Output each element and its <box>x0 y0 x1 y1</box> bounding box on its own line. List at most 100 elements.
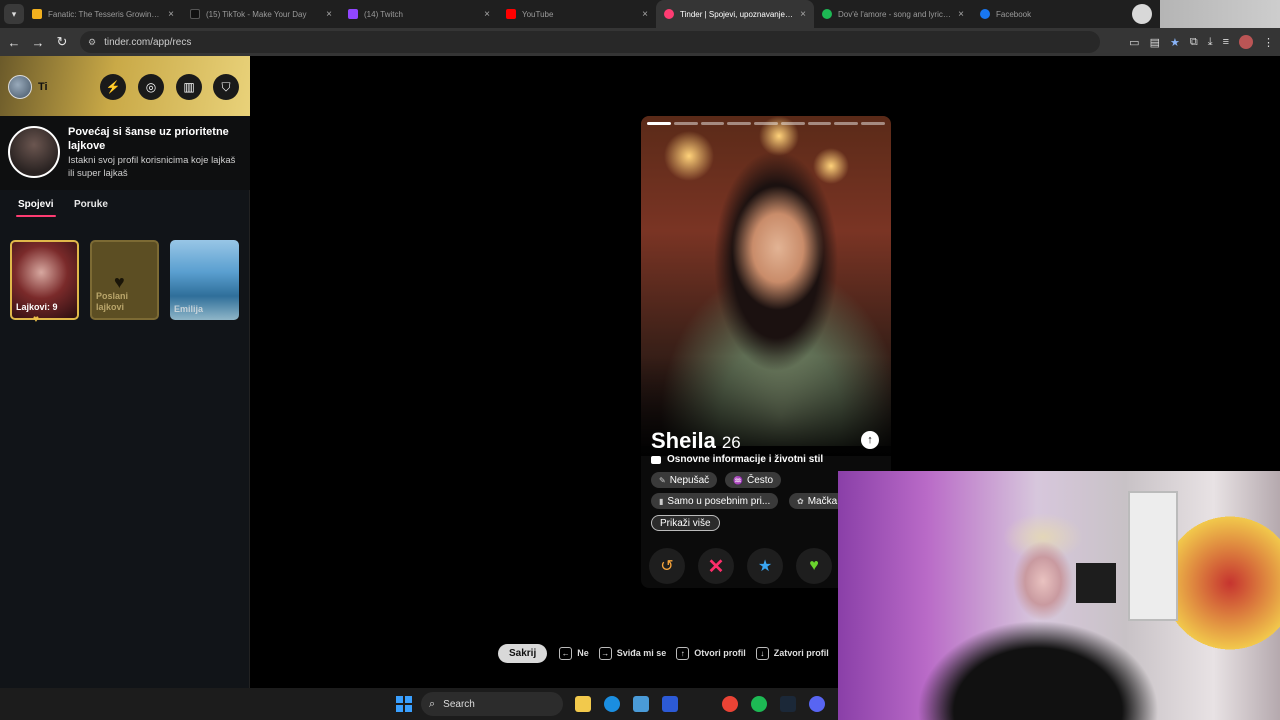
photo-progress-segment[interactable] <box>673 122 698 125</box>
spotify-icon[interactable] <box>751 696 767 712</box>
chip-workout: ▮ Samo u posebnim pri... <box>651 493 779 509</box>
chrome-icon[interactable] <box>722 696 738 712</box>
download-icon[interactable]: ⤓ <box>1208 36 1213 49</box>
my-profile-label[interactable]: Ti <box>38 81 48 93</box>
paw-icon: ✿ <box>797 496 804 506</box>
hint-label: Zatvori profil <box>773 648 829 658</box>
webcam-overlay <box>838 471 1280 720</box>
tab-favicon-icon <box>32 9 42 19</box>
gold-heart-icon: ♥ <box>33 314 39 325</box>
photo-progress-segment[interactable] <box>834 122 859 125</box>
tab-close-icon[interactable]: × <box>642 9 648 20</box>
taskbar-search-label: Search <box>443 698 475 710</box>
photo-progress-segment[interactable] <box>754 122 778 125</box>
my-avatar[interactable] <box>8 75 32 99</box>
tab-close-icon[interactable]: × <box>958 9 964 20</box>
tab-close-icon[interactable]: × <box>800 9 806 20</box>
down-arrow-key-icon: ↓ <box>755 646 769 660</box>
tab-messages[interactable]: Poruke <box>74 199 108 210</box>
browser-tab-strip: ▾ Fanatic: The Tesseris Growing o... × (… <box>0 0 1280 28</box>
show-more-button[interactable]: Prikaži više <box>651 515 720 531</box>
match-name: Emilija <box>174 304 204 314</box>
browser-tab[interactable]: (15) TikTok - Make Your Day × <box>182 0 340 28</box>
steam-icon[interactable] <box>780 696 796 712</box>
photo-progress-segment[interactable] <box>700 122 725 125</box>
browser-tab-active[interactable]: Tinder | Spojevi, upoznavanje p... × <box>656 0 814 28</box>
card-icon[interactable]: ▤ <box>1150 36 1160 49</box>
tab-title: (14) Twitch <box>364 9 403 19</box>
tab-favicon-icon <box>664 9 674 19</box>
drink-icon: ♒ <box>733 475 743 485</box>
photo-progress-segment[interactable] <box>861 122 886 125</box>
browser-tab[interactable]: YouTube × <box>498 0 656 28</box>
store-icon[interactable] <box>633 696 649 712</box>
photo-progress-segment[interactable] <box>727 122 752 125</box>
tab-close-icon[interactable]: × <box>168 9 174 20</box>
sidebar: Ti ⚡ ◎ ▥ ⛉ Povećaj si šanse uz prioritet… <box>0 56 250 688</box>
profile-name-row: Sheila 26 <box>651 428 741 454</box>
forward-icon[interactable]: → <box>26 35 50 50</box>
tab-title: Fanatic: The Tesseris Growing o... <box>48 9 163 19</box>
file-explorer-icon[interactable] <box>575 696 591 712</box>
hide-hints-button[interactable]: Sakrij <box>498 643 548 663</box>
browser-tab[interactable]: Fanatic: The Tesseris Growing o... × <box>24 0 182 28</box>
tab-search-menu-button[interactable]: ▾ <box>4 4 24 24</box>
tab-favicon-icon <box>348 9 358 19</box>
browser-tab[interactable]: (14) Twitch × <box>340 0 498 28</box>
promo-avatar <box>8 126 60 178</box>
reload-icon[interactable]: ↻ <box>50 34 74 50</box>
back-icon[interactable]: ← <box>2 35 26 50</box>
right-arrow-key-icon: → <box>598 646 612 660</box>
section-title: Osnovne informacije i životni stil <box>667 454 824 465</box>
photo-progress-segment[interactable] <box>807 122 832 125</box>
like-button[interactable]: ♥ <box>796 548 832 584</box>
new-tab-button[interactable] <box>1132 4 1152 24</box>
open-profile-arrow-icon[interactable]: ↑ <box>861 431 879 449</box>
windows-start-icon[interactable] <box>396 696 412 712</box>
promo-title: Povećaj si šanse uz prioritetne lajkove <box>68 126 229 152</box>
hint-label: Sviđa mi se <box>616 648 667 658</box>
super-like-button[interactable]: ★ <box>747 548 783 584</box>
discord-icon[interactable] <box>809 696 825 712</box>
webcam-background-tv <box>1076 563 1116 603</box>
chip-label: Često <box>746 474 774 486</box>
likes-card[interactable]: Lajkovi: 9 <box>10 240 79 320</box>
safety-shield-icon[interactable]: ⛉ <box>213 74 239 100</box>
address-bar[interactable]: ⚙ tinder.com/app/recs <box>80 31 1100 53</box>
explore-icon[interactable]: ◎ <box>138 74 164 100</box>
profile-avatar[interactable] <box>1239 35 1253 49</box>
sent-likes-card[interactable]: ♥ Poslani lajkovi <box>90 240 159 320</box>
media-queue-icon[interactable]: ≡ <box>1223 36 1229 48</box>
edge-icon[interactable] <box>604 696 620 712</box>
rewind-button[interactable]: ↺ <box>649 548 685 584</box>
extensions-icon[interactable]: ⧉ <box>1190 36 1198 49</box>
screen: ▾ Fanatic: The Tesseris Growing o... × (… <box>0 0 1280 720</box>
passport-icon[interactable]: ▥ <box>176 74 202 100</box>
chip-label: Nepušač <box>669 474 710 486</box>
tab-close-icon[interactable]: × <box>484 9 490 20</box>
tab-matches[interactable]: Spojevi <box>18 199 54 210</box>
nope-button[interactable]: ✕ <box>698 548 734 584</box>
tab-favicon-icon <box>980 9 990 19</box>
priority-likes-promo[interactable]: Povećaj si šanse uz prioritetne lajkove … <box>0 116 250 190</box>
search-icon: ⌕ <box>429 697 436 710</box>
photo-progress-segment[interactable] <box>647 122 671 125</box>
chip-drinking: ♒ Često <box>725 472 782 488</box>
site-info-icon[interactable]: ⚙ <box>88 37 96 48</box>
tab-title: (15) TikTok - Make Your Day <box>206 9 307 19</box>
browser-tab[interactable]: Dov'è l'amore - song and lyrics ... × <box>814 0 972 28</box>
cast-icon[interactable]: ▭ <box>1129 36 1139 49</box>
workout-icon: ▮ <box>659 496 664 506</box>
tab-favicon-icon <box>822 9 832 19</box>
menu-kebab-icon[interactable]: ⋮ <box>1263 36 1274 49</box>
tag-icon <box>651 455 661 464</box>
match-card-emilija[interactable]: Emilija <box>170 240 239 320</box>
app-icon[interactable] <box>662 696 678 712</box>
sent-likes-label: Poslani lajkovi <box>96 291 129 312</box>
tab-close-icon[interactable]: × <box>326 9 332 20</box>
browser-tab[interactable]: Facebook <box>972 0 1122 28</box>
taskbar-search[interactable]: ⌕ Search <box>421 692 563 716</box>
bookmark-star-icon[interactable]: ★ <box>1170 36 1180 49</box>
photo-progress-segment[interactable] <box>780 122 805 125</box>
boost-icon[interactable]: ⚡ <box>100 74 126 100</box>
